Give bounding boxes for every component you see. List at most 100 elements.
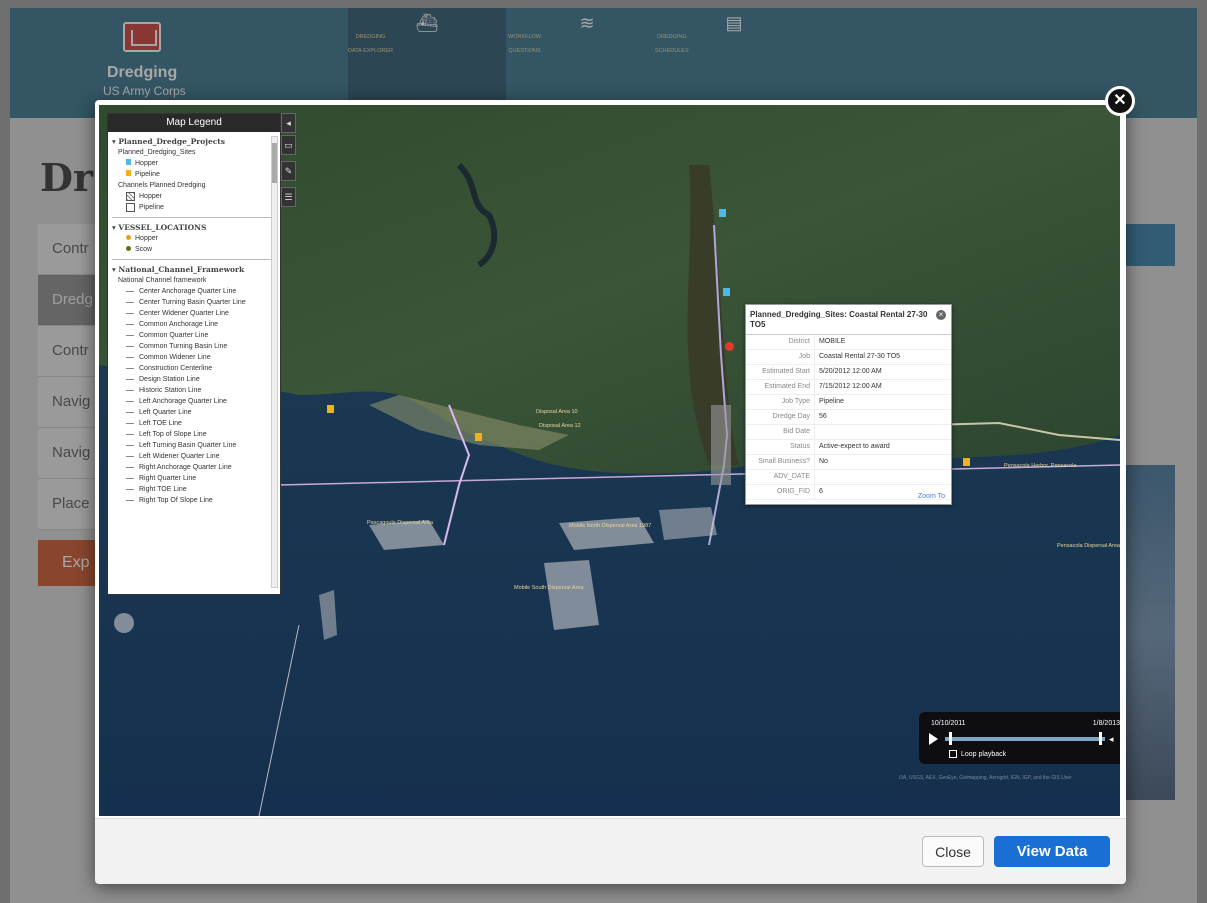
- legend-line-entry: Right TOE Line: [112, 484, 276, 495]
- hatch-box-icon: [126, 191, 135, 201]
- legend-sublayer: National Channel framework: [118, 277, 207, 284]
- map-view[interactable]: Mobile North Dispersal Area 1987 Pascago…: [99, 105, 1120, 816]
- field-key: Dredge Day: [746, 410, 815, 424]
- time-track[interactable]: [945, 737, 1105, 741]
- scroll-thumb[interactable]: [272, 143, 277, 183]
- map-legend: Map Legend ▾ Planned_Dredge_Projects Pla…: [107, 113, 281, 595]
- layers-tool-icon[interactable]: ☰: [281, 187, 296, 207]
- legend-entry: Hopper: [112, 191, 276, 202]
- pipeline-site-marker[interactable]: [963, 458, 970, 466]
- legend-title: Map Legend: [108, 114, 280, 132]
- map-label: Disposal Area 12: [539, 423, 581, 429]
- close-button[interactable]: Close: [922, 836, 984, 867]
- map-label: Pascagoula Dispersal Area: [367, 520, 434, 526]
- field-value: 5/20/2012 12:00 AM: [819, 368, 882, 375]
- map-pan-control[interactable]: [114, 613, 134, 633]
- legend-line-entry: Common Anchorage Line: [112, 319, 276, 330]
- field-value: Pipeline: [819, 398, 844, 405]
- legend-line-entry: Common Widener Line: [112, 352, 276, 363]
- pipeline-site-marker[interactable]: [475, 433, 482, 441]
- legend-line-entry: Left Quarter Line: [112, 407, 276, 418]
- legend-line-entry: Right Anchorage Quarter Line: [112, 462, 276, 473]
- map-label: Mobile North Dispersal Area 1987: [569, 523, 652, 529]
- legend-line-entry: Historic Station Line: [112, 385, 276, 396]
- view-data-button[interactable]: View Data: [994, 836, 1110, 867]
- play-icon[interactable]: [929, 733, 938, 745]
- hopper-flag-icon: [126, 159, 131, 165]
- legend-line-entry: Right Quarter Line: [112, 473, 276, 484]
- legend-tool-icon[interactable]: ▭: [281, 135, 296, 155]
- popup-row: Job Coastal Rental 27-30 TO5: [746, 350, 951, 365]
- map-modal: Mobile North Dispersal Area 1987 Pascago…: [95, 100, 1126, 884]
- selected-site-marker[interactable]: [725, 342, 734, 351]
- legend-label: Hopper: [139, 193, 162, 200]
- legend-group[interactable]: ▾ VESSEL_LOCATIONS: [112, 222, 276, 233]
- map-label: Mobile South Dispersal Area: [514, 585, 584, 591]
- popup-row: Estimated End 7/15/2012 12:00 AM: [746, 380, 951, 395]
- field-key: Estimated Start: [746, 365, 815, 379]
- legend-scrollbar[interactable]: [271, 136, 278, 588]
- legend-line-entry: Common Turning Basin Line: [112, 341, 276, 352]
- legend-line-entry: Design Station Line: [112, 374, 276, 385]
- modal-close-icon[interactable]: ✕: [1105, 86, 1135, 116]
- legend-line-entry: Left Widener Quarter Line: [112, 451, 276, 462]
- legend-entry: Hopper: [112, 158, 276, 169]
- field-value: 56: [819, 413, 827, 420]
- field-key: Status: [746, 440, 815, 454]
- field-value: 7/15/2012 12:00 AM: [819, 383, 882, 390]
- field-key: Job: [746, 350, 815, 364]
- time-end-handle[interactable]: [1099, 732, 1102, 745]
- popup-row: Estimated Start 5/20/2012 12:00 AM: [746, 365, 951, 380]
- loop-checkbox[interactable]: [949, 750, 957, 758]
- loop-playback-toggle[interactable]: Loop playback: [949, 750, 1006, 758]
- legend-line-entry: Construction Centerline: [112, 363, 276, 374]
- legend-line-entry: Left TOE Line: [112, 418, 276, 429]
- time-slider: 10/10/2011 1/8/2013 ◂ Loop playback: [919, 712, 1120, 764]
- field-value: No: [819, 458, 828, 465]
- legend-line-entry: Left Top of Slope Line: [112, 429, 276, 440]
- zoom-to-link[interactable]: Zoom To: [918, 493, 945, 500]
- field-value: Coastal Rental 27-30 TO5: [819, 353, 901, 360]
- field-key: District: [746, 335, 815, 349]
- popup-row: Small Business? No: [746, 455, 951, 470]
- hopper-dot-icon: [126, 235, 131, 240]
- legend-group[interactable]: ▾ National_Channel_Framework: [112, 264, 276, 275]
- edit-tool-icon[interactable]: ✎: [281, 161, 296, 181]
- loop-label: Loop playback: [961, 750, 1007, 758]
- legend-label: Pipeline: [139, 204, 164, 211]
- legend-sublayer: Planned_Dredging_Sites: [118, 149, 196, 156]
- map-attribution: i3A, USGS, AEX, GeoEye, Getmapping, Aero…: [899, 775, 1072, 781]
- legend-line-entry: Center Anchorage Quarter Line: [112, 286, 276, 297]
- field-key: ADV_DATE: [746, 470, 815, 484]
- legend-entry: Pipeline: [112, 169, 276, 180]
- map-label: Disposal Area 10: [536, 409, 578, 415]
- collapse-legend-icon[interactable]: ◂: [281, 113, 296, 133]
- legend-label: Hopper: [135, 235, 158, 242]
- legend-line-entry: Common Quarter Line: [112, 330, 276, 341]
- time-end-label: 1/8/2013: [1092, 720, 1120, 727]
- legend-line-entry: Center Turning Basin Quarter Line: [112, 297, 276, 308]
- popup-row: Bid Date: [746, 425, 951, 440]
- popup-row: Dredge Day 56: [746, 410, 951, 425]
- field-value: Active-expect to award: [819, 443, 890, 450]
- disposal-area: [659, 507, 717, 540]
- popup-row: ADV_DATE: [746, 470, 951, 485]
- field-key: Bid Date: [746, 425, 815, 439]
- pipeline-site-marker[interactable]: [327, 405, 334, 413]
- feature-popup: Planned_Dredging_Sites: Coastal Rental 2…: [745, 304, 952, 505]
- field-key: Small Business?: [746, 455, 815, 469]
- hopper-site-marker[interactable]: [719, 209, 726, 217]
- field-key: Estimated End: [746, 380, 815, 394]
- legend-entry: Pipeline: [112, 202, 276, 213]
- legend-entry: Hopper: [112, 233, 276, 244]
- legend-group[interactable]: ▾ Planned_Dredge_Projects: [112, 136, 276, 147]
- field-key: ORIG_FID: [746, 485, 815, 499]
- popup-close-icon[interactable]: ×: [936, 310, 946, 320]
- legend-entry: Scow: [112, 244, 276, 255]
- popup-row: Job Type Pipeline: [746, 395, 951, 410]
- hopper-site-marker[interactable]: [723, 288, 730, 296]
- step-icon[interactable]: ◂: [1109, 734, 1114, 745]
- time-start-handle[interactable]: [949, 732, 952, 745]
- field-value: [815, 470, 819, 484]
- channel-hatch: [711, 405, 731, 485]
